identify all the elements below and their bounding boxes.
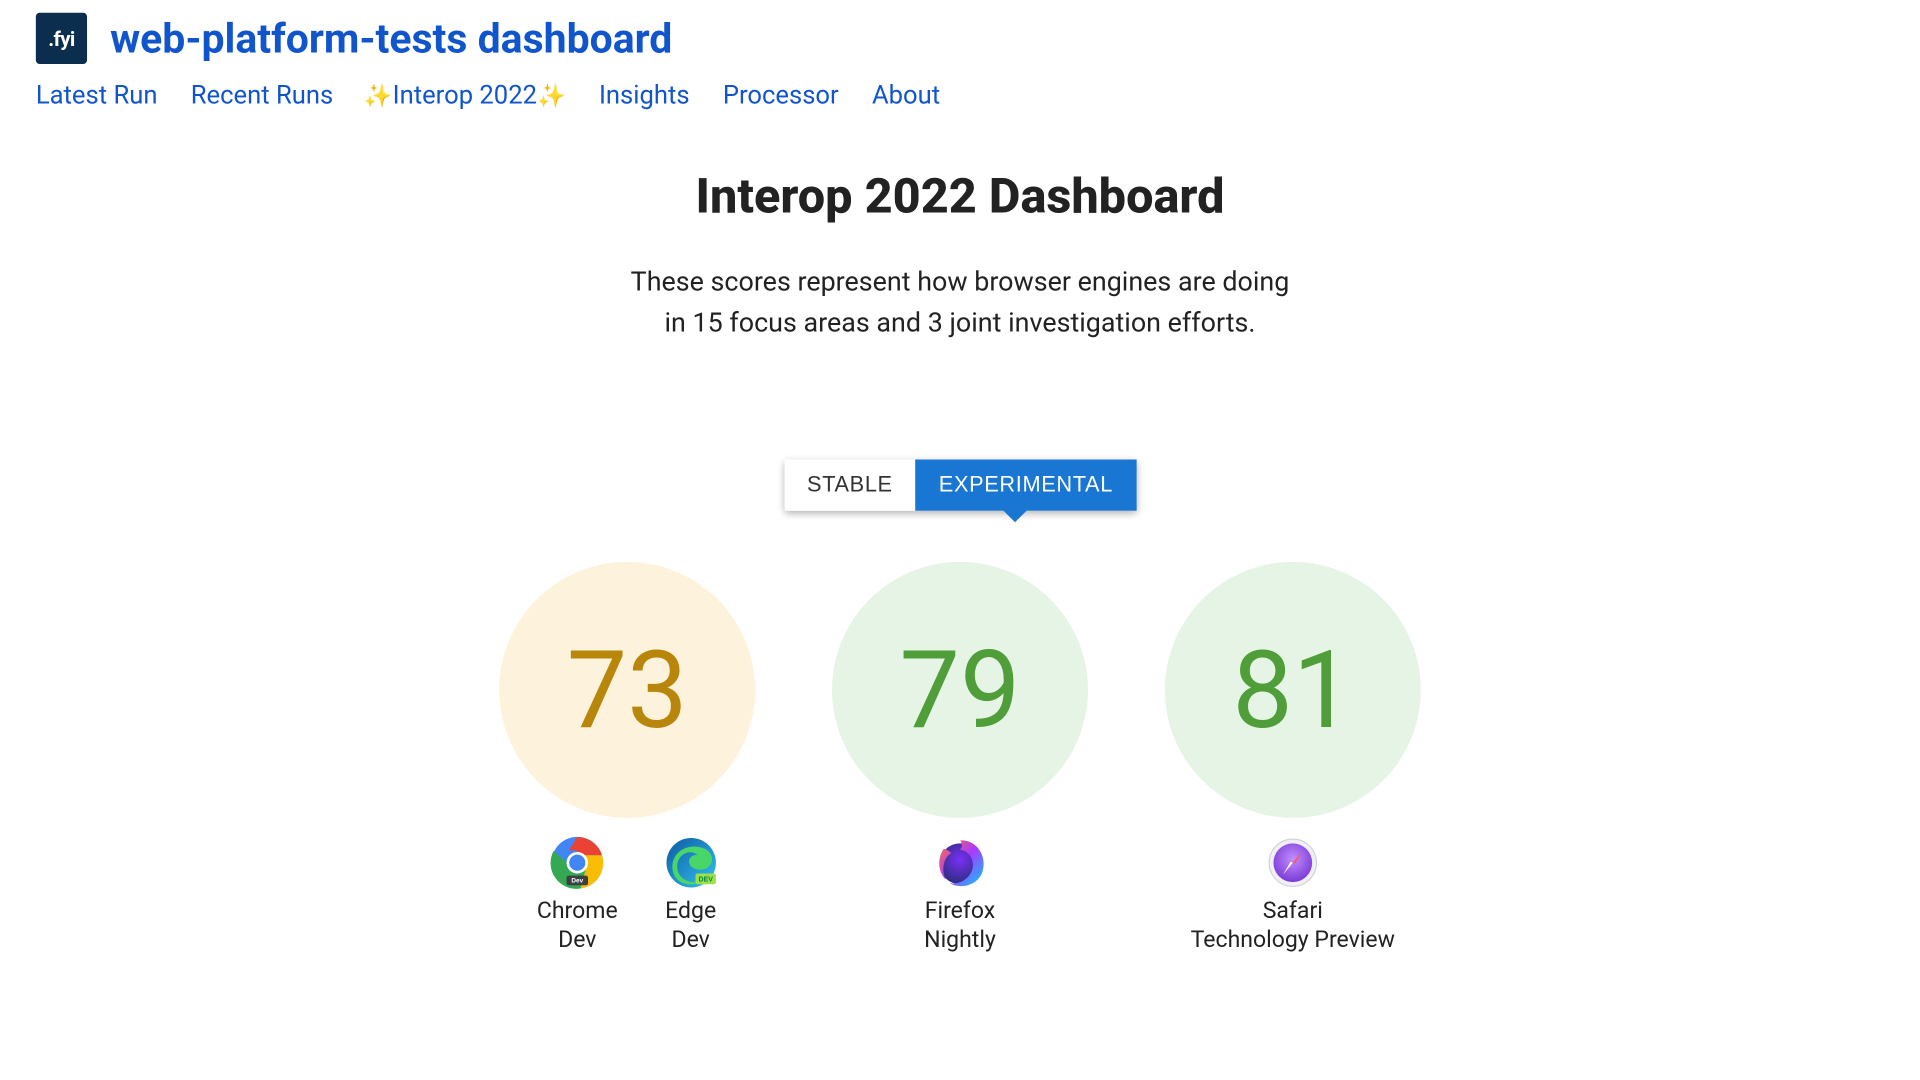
page-subtitle: These scores represent how browser engin… bbox=[0, 264, 1920, 345]
chrome-dev-icon: Dev bbox=[550, 836, 604, 890]
browser-channel: Dev bbox=[558, 926, 596, 955]
score-col-firefox: 79 bbox=[819, 562, 1101, 955]
subtitle-line-1: These scores represent how browser engin… bbox=[631, 268, 1290, 299]
edge-dev-icon: DEV bbox=[664, 836, 718, 890]
score-col-safari: 81 bbox=[1152, 562, 1434, 955]
site-title-link[interactable]: web-platform-tests dashboard bbox=[110, 14, 672, 63]
subtitle-line-2: in 15 focus areas and 3 joint investigat… bbox=[665, 308, 1256, 339]
browser-chrome-dev: Dev Chrome Dev bbox=[537, 836, 618, 955]
top-nav: Latest Run Recent Runs ✨Interop 2022✨ In… bbox=[0, 69, 1920, 130]
score-row: 73 Dev Chrome bbox=[0, 562, 1920, 955]
nav-latest-run[interactable]: Latest Run bbox=[36, 79, 158, 110]
nav-recent-runs[interactable]: Recent Runs bbox=[191, 79, 333, 110]
sparkle-icon: ✨ bbox=[537, 83, 566, 110]
browser-safari-tp: Safari Technology Preview bbox=[1191, 836, 1395, 955]
nav-about[interactable]: About bbox=[872, 79, 940, 110]
channel-toggle: STABLE EXPERIMENTAL bbox=[784, 460, 1136, 511]
svg-text:Dev: Dev bbox=[571, 878, 583, 885]
score-circle: 79 bbox=[832, 562, 1088, 818]
nav-insights[interactable]: Insights bbox=[599, 79, 690, 110]
nav-processor[interactable]: Processor bbox=[723, 79, 839, 110]
browser-name: Firefox bbox=[925, 897, 996, 926]
score-circle: 81 bbox=[1165, 562, 1421, 818]
svg-text:DEV: DEV bbox=[698, 877, 713, 884]
browser-name: Safari bbox=[1263, 897, 1323, 926]
browser-name: Chrome bbox=[537, 897, 618, 926]
nav-interop-label: Interop 2022 bbox=[393, 79, 537, 110]
score-col-chrome-edge: 73 Dev Chrome bbox=[486, 562, 768, 955]
toggle-stable-button[interactable]: STABLE bbox=[784, 460, 916, 511]
browser-channel: Nightly bbox=[924, 926, 996, 955]
firefox-nightly-icon bbox=[933, 836, 987, 890]
safari-tp-icon bbox=[1266, 836, 1320, 890]
toggle-experimental-button[interactable]: EXPERIMENTAL bbox=[916, 460, 1136, 511]
site-logo[interactable]: .fyi bbox=[36, 13, 87, 64]
page-title: Interop 2022 Dashboard bbox=[0, 169, 1920, 225]
sparkle-icon: ✨ bbox=[364, 83, 393, 110]
browser-name: Edge bbox=[665, 897, 716, 926]
toggle-active-pointer-icon bbox=[1002, 509, 1028, 522]
browser-edge-dev: DEV Edge Dev bbox=[664, 836, 718, 955]
browser-firefox-nightly: Firefox Nightly bbox=[924, 836, 996, 955]
browser-channel: Technology Preview bbox=[1191, 926, 1395, 955]
nav-interop-2022[interactable]: ✨Interop 2022✨ bbox=[364, 79, 566, 110]
browser-channel: Dev bbox=[671, 926, 709, 955]
score-circle: 73 bbox=[499, 562, 755, 818]
